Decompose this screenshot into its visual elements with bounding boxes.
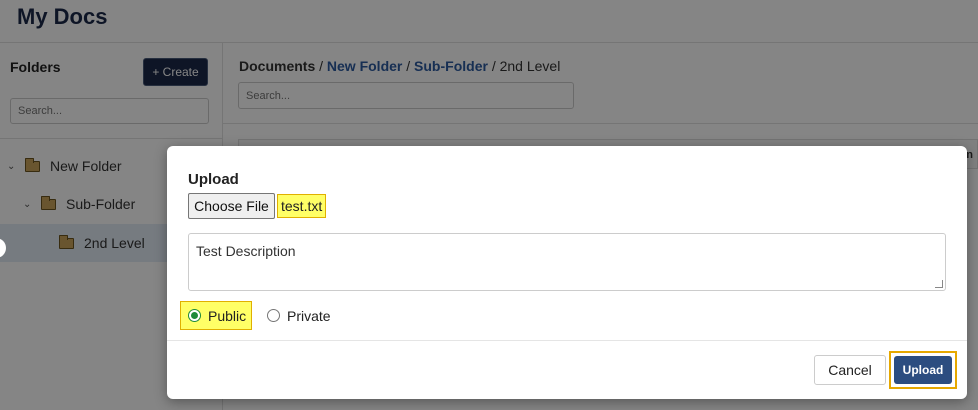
visibility-private-option[interactable]: Private <box>267 306 331 325</box>
choose-file-button[interactable]: Choose File <box>188 193 275 219</box>
public-label: Public <box>208 307 247 324</box>
visibility-public-option[interactable]: Public <box>180 301 252 330</box>
radio-icon[interactable] <box>188 309 201 322</box>
upload-button[interactable]: Upload <box>894 356 952 384</box>
private-label: Private <box>287 307 331 324</box>
selected-file-name: test.txt <box>277 194 327 218</box>
description-value: Test Description <box>196 243 296 259</box>
upload-button-highlight: Upload <box>889 351 957 389</box>
description-textarea[interactable]: Test Description <box>188 233 946 291</box>
cancel-button[interactable]: Cancel <box>814 355 886 385</box>
dialog-title: Upload <box>188 171 239 188</box>
resize-grip-icon[interactable] <box>935 280 943 288</box>
radio-icon[interactable] <box>267 309 280 322</box>
dialog-footer-divider <box>167 340 967 341</box>
upload-dialog: Upload Choose File test.txt Test Descrip… <box>167 146 967 399</box>
